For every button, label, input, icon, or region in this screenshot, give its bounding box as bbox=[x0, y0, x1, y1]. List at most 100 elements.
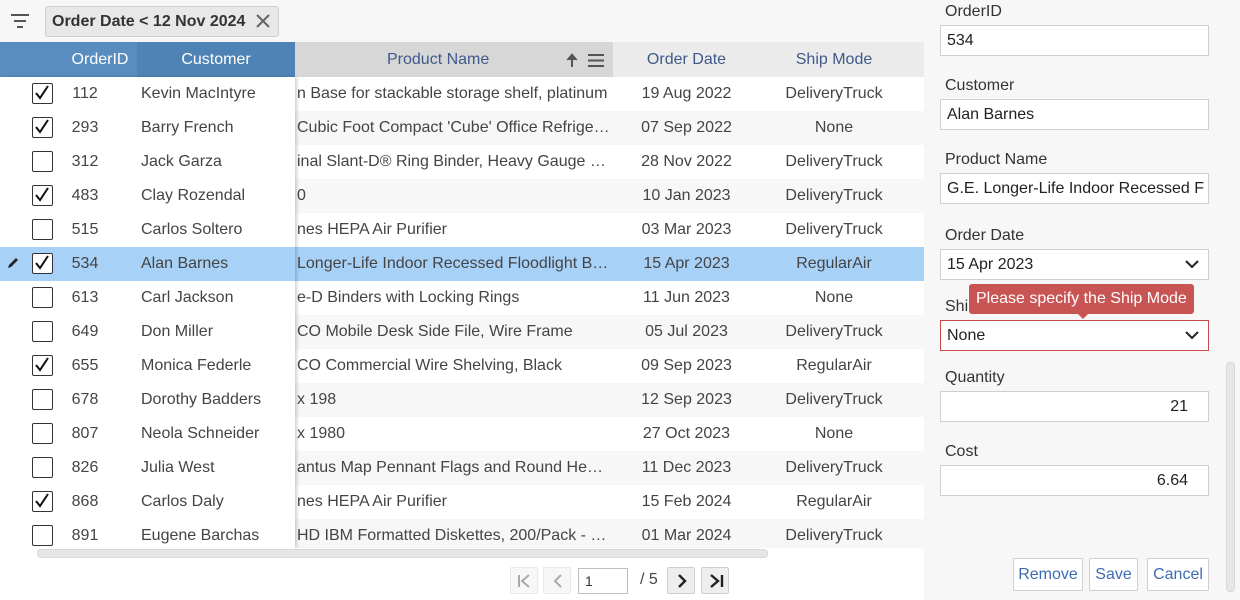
row-checkbox[interactable] bbox=[32, 389, 53, 410]
order-id-cell: 112 bbox=[72, 85, 98, 102]
frozen-row[interactable]: 807 Neola Schneider bbox=[0, 417, 295, 451]
grid-frozen-body: 112 Kevin MacIntyre 293 Barry French 312 Jack… bbox=[0, 77, 295, 548]
ship-mode-label: Shi bbox=[945, 298, 969, 315]
next-page-button[interactable] bbox=[667, 567, 695, 594]
frozen-row[interactable]: 826 Julia West bbox=[0, 451, 295, 485]
product-name-cell: x 198 bbox=[297, 391, 337, 408]
row-checkbox[interactable] bbox=[32, 151, 53, 172]
order-date-picker[interactable]: 15 Apr 2023 bbox=[940, 249, 1209, 280]
ship-mode-cell: None bbox=[814, 119, 854, 136]
ship-mode-cell: DeliveryTruck bbox=[785, 391, 883, 408]
page-total-label: / 5 bbox=[640, 571, 658, 588]
customer-cell: Clay Rozendal bbox=[141, 187, 246, 204]
frozen-row[interactable]: 613 Carl Jackson bbox=[0, 281, 295, 315]
last-page-button[interactable] bbox=[701, 567, 729, 594]
frozen-row[interactable]: 891 Eugene Barchas bbox=[0, 519, 295, 548]
product-name-cell: e-D Binders with Locking Rings bbox=[297, 289, 520, 306]
frozen-row[interactable]: 515 Carlos Soltero bbox=[0, 213, 295, 247]
order-id-cell: 293 bbox=[71, 119, 99, 136]
customer-field[interactable]: Alan Barnes bbox=[940, 99, 1209, 130]
cost-label: Cost bbox=[945, 443, 978, 460]
checkmark-icon bbox=[35, 357, 49, 372]
order-date-cell: 11 Jun 2023 bbox=[643, 289, 730, 306]
product-name-cell: 0 bbox=[297, 187, 306, 204]
page-number-input[interactable] bbox=[578, 568, 628, 594]
order-date-cell: 15 Feb 2024 bbox=[641, 493, 732, 510]
row-checkbox[interactable] bbox=[32, 457, 53, 478]
column-header-ship-mode[interactable]: Ship Mode bbox=[759, 42, 909, 77]
ship-mode-cell: DeliveryTruck bbox=[785, 459, 883, 476]
row-checkbox[interactable] bbox=[32, 355, 53, 376]
product-name-cell: nes HEPA Air Purifier bbox=[297, 493, 447, 510]
order-date-cell: 15 Apr 2023 bbox=[643, 255, 730, 272]
filter-chip-label: Order Date < 12 Nov 2024 bbox=[52, 13, 246, 30]
order-id-cell: 483 bbox=[71, 187, 99, 204]
remove-button[interactable]: Remove bbox=[1013, 558, 1083, 591]
row-checkbox[interactable] bbox=[32, 525, 53, 546]
row-checkbox[interactable] bbox=[32, 117, 53, 138]
column-header-product-name[interactable]: Product Name bbox=[295, 42, 613, 77]
filter-chip[interactable]: Order Date < 12 Nov 2024 bbox=[45, 6, 279, 37]
sort-ascending-icon[interactable] bbox=[566, 53, 578, 68]
customer-cell: Alan Barnes bbox=[141, 255, 229, 272]
row-checkbox[interactable] bbox=[32, 287, 53, 308]
row-checkbox[interactable] bbox=[32, 423, 53, 444]
order-id-cell: 534 bbox=[71, 255, 99, 272]
frozen-row[interactable]: 112 Kevin MacIntyre bbox=[0, 77, 295, 111]
row-checkbox[interactable] bbox=[32, 219, 53, 240]
frozen-row[interactable]: 293 Barry French bbox=[0, 111, 295, 145]
order-date-cell: 01 Mar 2024 bbox=[641, 527, 732, 544]
row-checkbox[interactable] bbox=[32, 83, 53, 104]
product-name-field[interactable]: G.E. Longer-Life Indoor Recessed F bbox=[940, 173, 1209, 204]
ship-mode-cell: DeliveryTruck bbox=[785, 85, 883, 102]
close-icon[interactable] bbox=[254, 12, 272, 30]
product-name-value: G.E. Longer-Life Indoor Recessed F bbox=[947, 180, 1205, 197]
save-button[interactable]: Save bbox=[1089, 558, 1138, 591]
column-header-order-date[interactable]: Order Date bbox=[614, 42, 759, 77]
frozen-row[interactable]: 534 Alan Barnes bbox=[0, 247, 295, 281]
frozen-row[interactable]: 678 Dorothy Badders bbox=[0, 383, 295, 417]
frozen-row[interactable]: 868 Carlos Daly bbox=[0, 485, 295, 519]
checkmark-icon bbox=[35, 493, 49, 508]
product-name-cell: Cubic Foot Compact 'Cube' Office Refrige… bbox=[297, 119, 611, 136]
column-menu-icon[interactable] bbox=[587, 53, 605, 68]
row-checkbox[interactable] bbox=[32, 185, 53, 206]
row-checkbox[interactable] bbox=[32, 491, 53, 512]
ship-mode-dropdown[interactable]: None bbox=[940, 320, 1209, 351]
frozen-row[interactable]: 655 Monica Federle bbox=[0, 349, 295, 383]
order-id-cell: 613 bbox=[71, 289, 99, 306]
order-id-field[interactable]: 534 bbox=[940, 25, 1209, 56]
column-header-customer[interactable]: Customer bbox=[137, 42, 295, 77]
checkmark-icon bbox=[35, 85, 49, 100]
cancel-button[interactable]: Cancel bbox=[1147, 558, 1209, 591]
row-checkbox[interactable] bbox=[32, 253, 53, 274]
column-header-order-id[interactable]: OrderID bbox=[60, 42, 140, 77]
tooltip-pointer bbox=[1077, 313, 1089, 319]
cost-field[interactable]: 6.64 bbox=[940, 465, 1209, 496]
order-id-cell: 649 bbox=[71, 323, 99, 340]
customer-cell: Neola Schneider bbox=[141, 425, 260, 442]
first-page-icon bbox=[518, 574, 530, 588]
frozen-row[interactable]: 649 Don Miller bbox=[0, 315, 295, 349]
ship-mode-cell: RegularAir bbox=[796, 493, 872, 510]
ship-mode-cell: DeliveryTruck bbox=[785, 527, 883, 544]
order-id-label: OrderID bbox=[945, 3, 1002, 20]
product-name-cell: CO Commercial Wire Shelving, Black bbox=[297, 357, 562, 374]
product-name-cell: x 1980 bbox=[297, 425, 346, 442]
filter-toolbar: Order Date < 12 Nov 2024 bbox=[0, 0, 924, 42]
filter-icon[interactable] bbox=[10, 12, 30, 30]
row-checkbox[interactable] bbox=[32, 321, 53, 342]
frozen-row[interactable]: 312 Jack Garza bbox=[0, 145, 295, 179]
order-id-cell: 655 bbox=[71, 357, 99, 374]
customer-cell: Don Miller bbox=[141, 323, 214, 340]
first-page-button[interactable] bbox=[510, 567, 538, 594]
product-name-cell: n Base for stackable storage shelf, plat… bbox=[297, 85, 608, 102]
order-id-value: 534 bbox=[947, 32, 974, 49]
form-vertical-scrollbar[interactable] bbox=[1226, 362, 1235, 592]
frozen-row[interactable]: 483 Clay Rozendal bbox=[0, 179, 295, 213]
previous-page-button[interactable] bbox=[543, 567, 571, 594]
order-id-cell: 515 bbox=[71, 221, 99, 238]
horizontal-scrollbar[interactable] bbox=[37, 549, 768, 558]
customer-cell: Kevin MacIntyre bbox=[141, 85, 256, 102]
quantity-field[interactable]: 21 bbox=[940, 391, 1209, 422]
